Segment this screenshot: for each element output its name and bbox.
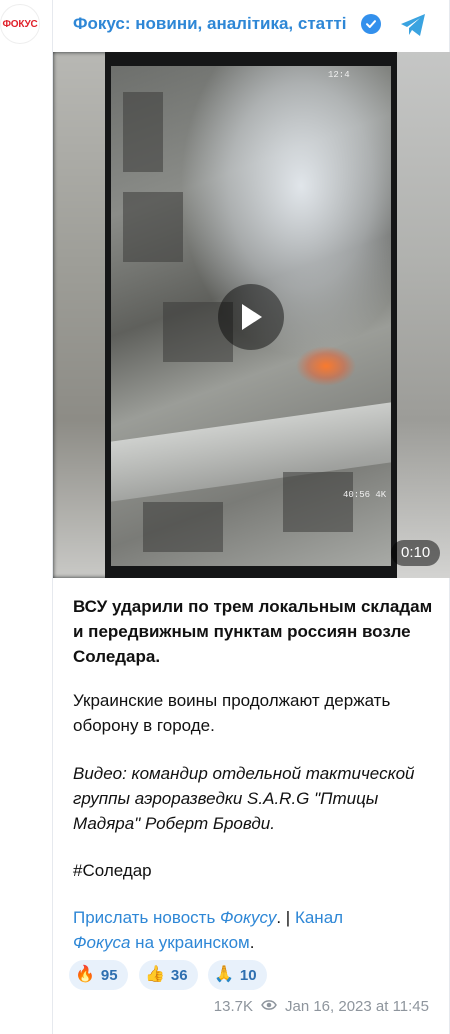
channel-avatar[interactable]: ФОКУС: [0, 4, 40, 44]
pray-icon: 🙏: [214, 966, 234, 983]
channel-link[interactable]: Канал: [295, 908, 343, 927]
post-credit: Видео: командир отдельной тактической гр…: [73, 764, 415, 833]
reaction-pray[interactable]: 🙏 10: [208, 960, 267, 990]
video-duration-badge: 0:10: [391, 540, 441, 566]
play-icon: [242, 304, 262, 330]
reaction-count: 10: [239, 966, 257, 984]
reaction-count: 95: [100, 966, 118, 984]
thumbs-up-icon: 👍: [145, 966, 165, 983]
links-separator: . |: [276, 908, 295, 927]
post-card: Фокус: новини, аналітика, статті 12:4 40…: [52, 0, 450, 1034]
fire-icon: 🔥: [75, 966, 95, 983]
post-timestamp[interactable]: Jan 16, 2023 at 11:45: [285, 998, 429, 1015]
post-hashtag[interactable]: #Соледар: [73, 858, 443, 883]
eye-icon: [261, 998, 277, 1015]
send-news-link-brand[interactable]: Фокусу: [220, 908, 276, 927]
post-footer: 13.7K Jan 16, 2023 at 11:45: [214, 996, 429, 1016]
links-end: .: [249, 933, 255, 952]
play-button[interactable]: [218, 284, 284, 350]
post-headline: ВСУ ударили по трем локальным складам и …: [73, 597, 433, 666]
avatar-logo-text: ФОКУС: [2, 18, 38, 30]
reaction-thumbs-up[interactable]: 👍 36: [139, 960, 198, 990]
channel-title[interactable]: Фокус: новини, аналітика, статті: [73, 14, 347, 34]
send-news-link[interactable]: Прислать новость: [73, 908, 220, 927]
video-hud-bottom: 40:56 4K: [343, 490, 387, 500]
video-hud-top: 12:4: [328, 70, 350, 80]
channel-link-language[interactable]: на украинском: [130, 933, 250, 952]
telegram-icon[interactable]: [398, 10, 428, 40]
reaction-count: 36: [170, 966, 188, 984]
post-links: Прислать новость Фокусу. | Канал Фокуса н…: [73, 905, 443, 955]
video-backdrop-left: [53, 52, 111, 578]
reaction-fire[interactable]: 🔥 95: [69, 960, 128, 990]
post-header: Фокус: новини, аналітика, статті: [53, 0, 450, 50]
video-backdrop-right: [395, 52, 450, 578]
view-count: 13.7K: [213, 997, 253, 1015]
verified-icon: [361, 14, 381, 34]
post-paragraph: Украинские воины продолжают держать обор…: [73, 691, 391, 735]
video-player[interactable]: 12:4 40:56 4K 0:10: [53, 52, 450, 578]
channel-link-brand[interactable]: Фокуса: [73, 933, 130, 952]
